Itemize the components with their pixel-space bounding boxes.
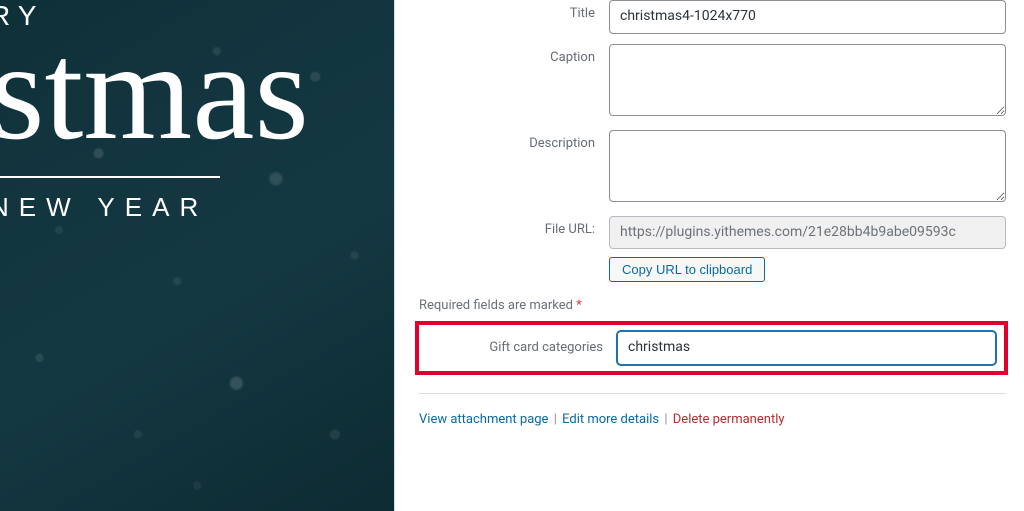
required-fields-note: Required fields are marked * <box>419 298 1006 313</box>
attachment-preview: RY stmas NEW YEAR <box>0 0 394 511</box>
edit-details-link[interactable]: Edit more details <box>562 412 659 427</box>
delete-permanently-link[interactable]: Delete permanently <box>673 412 785 427</box>
preview-line-newyear: NEW YEAR <box>0 192 394 223</box>
description-label: Description <box>419 130 609 151</box>
caption-row: Caption <box>419 44 1006 120</box>
view-attachment-link[interactable]: View attachment page <box>419 412 548 427</box>
attachment-action-links: View attachment page | Edit more details… <box>419 412 1006 427</box>
link-separator: | <box>661 412 671 427</box>
attachment-details-panel: Title Caption Description File URL: Copy… <box>394 0 1024 511</box>
caption-textarea[interactable] <box>609 44 1006 116</box>
gift-card-highlight: Gift card categories <box>415 321 1008 375</box>
title-label: Title <box>419 0 609 21</box>
required-note-text: Required fields are marked <box>419 298 576 313</box>
fileurl-input[interactable] <box>609 216 1006 250</box>
description-row: Description <box>419 130 1006 206</box>
fileurl-row: File URL: Copy URL to clipboard <box>419 216 1006 283</box>
title-row: Title <box>419 0 1006 34</box>
caption-label: Caption <box>419 44 609 65</box>
copy-url-button[interactable]: Copy URL to clipboard <box>609 257 765 282</box>
title-input[interactable] <box>609 0 1006 34</box>
gift-card-row: Gift card categories <box>427 331 996 365</box>
link-separator: | <box>550 412 560 427</box>
preview-divider <box>0 176 220 178</box>
gift-card-categories-input[interactable] <box>617 331 996 365</box>
preview-line-script: stmas <box>0 22 394 162</box>
required-asterisk: * <box>576 298 582 313</box>
preview-overlay-text: RY stmas NEW YEAR <box>0 0 394 223</box>
gift-card-label: Gift card categories <box>427 340 617 355</box>
description-textarea[interactable] <box>609 130 1006 202</box>
section-divider <box>419 393 1006 394</box>
fileurl-label: File URL: <box>419 216 609 237</box>
